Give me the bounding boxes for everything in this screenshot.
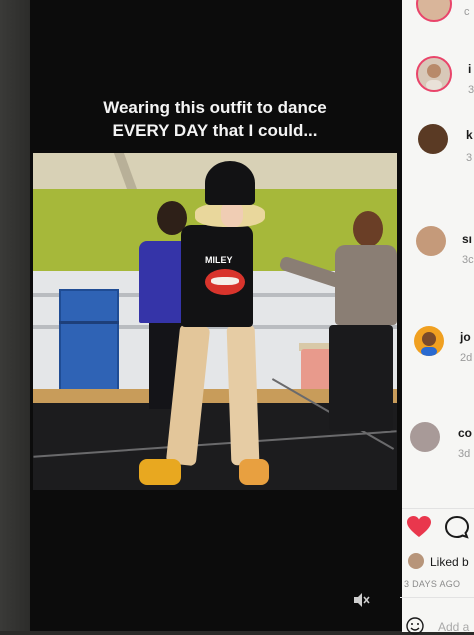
shirt-lips-teeth <box>211 277 239 285</box>
commenter-name[interactable]: co <box>458 426 472 440</box>
emoji-icon[interactable] <box>406 617 424 635</box>
dancer-main-leg-right <box>226 324 260 466</box>
commenter-avatar[interactable] <box>414 326 444 356</box>
commenter-name[interactable]: k <box>466 128 473 142</box>
dancer-right-legs <box>329 325 393 431</box>
liked-by-text[interactable]: Liked b <box>430 555 469 569</box>
commenter-avatar[interactable] <box>416 56 452 92</box>
commenter-name[interactable]: sı <box>462 232 472 246</box>
mat-strap <box>59 321 119 324</box>
commenter-avatar[interactable] <box>410 422 440 452</box>
add-comment-input[interactable]: Add a <box>438 620 469 634</box>
commenter-name[interactable]: i <box>468 62 471 76</box>
speaker-muted-icon[interactable] <box>352 592 370 608</box>
liker-avatar[interactable] <box>408 553 424 569</box>
commenter-avatar[interactable] <box>416 226 446 256</box>
dancer-right-head <box>353 211 383 247</box>
comment-time: c <box>464 6 470 18</box>
blue-gym-mat <box>59 289 119 397</box>
caption-line-1: Wearing this outfit to dance <box>103 98 327 117</box>
dancer-main-shoe-left <box>139 459 181 485</box>
comment-time: 3d <box>458 448 471 460</box>
post-age: 3 DAYS AGO <box>404 579 461 589</box>
comment-bubble-icon[interactable] <box>444 515 470 539</box>
avatar-face-icon <box>426 64 442 90</box>
divider <box>400 597 474 598</box>
dancer-main-beanie <box>205 161 255 205</box>
commenter-avatar[interactable] <box>416 0 452 22</box>
heart-icon[interactable] <box>406 515 432 539</box>
commenter-name[interactable]: jo <box>460 330 471 344</box>
comment-time: 3 <box>468 84 474 96</box>
shirt-text: MILEY <box>205 255 233 265</box>
commenter-avatar[interactable] <box>418 124 448 154</box>
avatar-face-icon <box>421 332 437 356</box>
video-caption: Wearing this outfit to dance EVERY DAY t… <box>40 96 390 142</box>
post-actions-bar: Liked b <box>400 508 474 635</box>
comment-time: 2d <box>460 352 473 364</box>
comment-time: 3 <box>466 152 473 164</box>
dancer-right-tiger-shirt <box>335 245 397 325</box>
video-frame[interactable]: MILEY <box>33 153 397 490</box>
dancer-main-shoe-right <box>239 459 269 485</box>
comment-time: 3c <box>462 254 474 266</box>
caption-line-2: EVERY DAY that I could... <box>112 121 318 140</box>
